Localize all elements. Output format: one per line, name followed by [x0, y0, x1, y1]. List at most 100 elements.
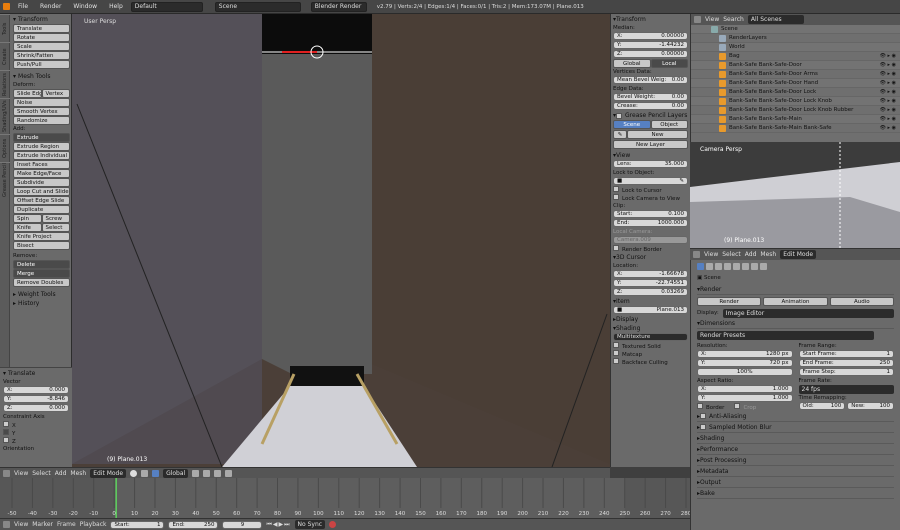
bisect-button[interactable]: Bisect — [13, 241, 70, 250]
props-section-header[interactable]: ▸ Bake — [697, 488, 894, 499]
pivot-icon[interactable] — [141, 469, 149, 477]
history-header[interactable]: ▸ History — [13, 299, 70, 308]
noise-button[interactable]: Noise — [13, 98, 70, 107]
backface-culling[interactable]: Backface Culling — [613, 358, 688, 366]
props-section-header[interactable]: ▸ Anti-Aliasing — [697, 411, 894, 422]
props-section-header[interactable]: ▸ Post Processing — [697, 455, 894, 466]
cursor-y-field[interactable]: Y: -22.74551 — [613, 279, 688, 287]
local-button[interactable]: Local — [650, 59, 688, 68]
push-pull-button[interactable]: Push/Pull — [13, 60, 70, 69]
scale-button[interactable]: Scale — [13, 42, 70, 51]
transform-panel-header[interactable]: ▾ Transform — [13, 15, 70, 24]
res-percentage-field[interactable]: 100% — [697, 368, 793, 376]
blender-logo-icon[interactable] — [3, 3, 10, 10]
lock-object-field[interactable]: ■ ✎ — [613, 177, 688, 185]
tab-shading-uvs[interactable]: Shading/UVs — [0, 98, 10, 134]
visibility-icon[interactable]: 👁 ▸ ◉ — [880, 53, 896, 59]
outliner-item[interactable]: Bank-Safe Bank-Safe-Door 👁 ▸ ◉ — [691, 61, 900, 70]
render-tab-icon[interactable] — [697, 262, 704, 270]
outliner-menu-view[interactable]: View — [705, 16, 719, 23]
constraint-x[interactable]: X — [3, 421, 69, 429]
vp-menu-select[interactable]: Select — [32, 470, 51, 477]
object-tab-icon[interactable] — [733, 262, 740, 270]
lock-cursor[interactable]: Lock to Cursor — [613, 186, 688, 194]
visibility-icon[interactable]: 👁 ▸ ◉ — [880, 89, 896, 95]
tl-menu-playback[interactable]: Playback — [80, 521, 107, 528]
visibility-icon[interactable]: 👁 ▸ ◉ — [880, 62, 896, 68]
delete-dropdown[interactable]: Delete — [13, 260, 70, 269]
tab-grease-pencil[interactable]: Grease Pencil — [0, 162, 10, 198]
loop-cut-button[interactable]: Loop Cut and Slide — [13, 187, 70, 196]
start-frame-field[interactable]: Start: 1 — [110, 520, 165, 529]
editor-type-icon[interactable] — [693, 251, 700, 258]
slide-edge-button[interactable]: Slide Edge — [13, 89, 42, 98]
n-transform-header[interactable]: ▾ Transform — [613, 15, 688, 24]
view-header[interactable]: ▾ View — [613, 151, 688, 160]
asp-y-field[interactable]: Y: 1.000 — [697, 394, 793, 402]
randomize-button[interactable]: Randomize — [13, 116, 70, 125]
face-select-icon[interactable] — [214, 469, 222, 477]
cursor-x-field[interactable]: X: -1.66678 — [613, 270, 688, 278]
gp-new-button[interactable]: New — [627, 130, 688, 139]
visibility-icon[interactable]: 👁 ▸ ◉ — [880, 107, 896, 113]
grease-pencil-header[interactable]: ▾ Grease Pencil Layers — [613, 111, 688, 120]
constraint-y[interactable]: Y — [3, 429, 69, 437]
mean-bevel-field[interactable]: Mean Bevel Weig: 0.00 — [613, 76, 688, 84]
camera-viewport[interactable]: Camera Persp (9) Plane.013 — [690, 142, 900, 248]
subdivide-button[interactable]: Subdivide — [13, 178, 70, 187]
audio-button[interactable]: Audio — [829, 297, 894, 306]
clock-icon[interactable] — [3, 521, 10, 528]
vp-menu-mesh[interactable]: Mesh — [70, 470, 86, 477]
render-border[interactable]: Render Border — [613, 245, 688, 253]
tl-menu-frame[interactable]: Frame — [57, 521, 76, 528]
shading-sphere-icon[interactable] — [130, 469, 138, 477]
global-button[interactable]: Global — [613, 59, 651, 68]
outliner-item[interactable]: Scene — [691, 25, 900, 34]
menu-render[interactable]: Render — [36, 3, 65, 10]
outliner-item[interactable]: RenderLayers — [691, 34, 900, 43]
translate-button[interactable]: Translate — [13, 24, 70, 33]
animation-button[interactable]: Animation — [763, 297, 828, 306]
vector-y-field[interactable]: Y: -8.846 — [3, 395, 69, 403]
bevel-weight-field[interactable]: Bevel Weight: 0.00 — [613, 93, 688, 101]
knife-button[interactable]: Knife — [13, 223, 42, 232]
visibility-icon[interactable]: 👁 ▸ ◉ — [880, 80, 896, 86]
border-checkbox[interactable]: Border — [697, 403, 724, 411]
item-header[interactable]: ▾ Item — [613, 297, 688, 306]
shading-header[interactable]: ▾ Shading — [613, 324, 688, 333]
remove-doubles-button[interactable]: Remove Doubles — [13, 278, 70, 287]
current-frame-field[interactable]: 9 — [222, 520, 263, 529]
asp-x-field[interactable]: X: 1.000 — [697, 385, 793, 393]
layers-tab-icon[interactable] — [706, 262, 713, 270]
world-tab-icon[interactable] — [724, 262, 731, 270]
visibility-icon[interactable]: 👁 ▸ ◉ — [880, 71, 896, 77]
tl-menu-marker[interactable]: Marker — [32, 521, 53, 528]
vector-x-field[interactable]: X: 0.000 — [3, 386, 69, 394]
clip-start-field[interactable]: Start: 0.100 — [613, 210, 688, 218]
cam-mode-dropdown[interactable]: Edit Mode — [780, 250, 817, 259]
tl-menu-view[interactable]: View — [14, 521, 28, 528]
res-x-field[interactable]: X: 1280 px — [697, 350, 793, 358]
playback-controls-icon[interactable]: ⏮◀▶⏭ — [266, 521, 290, 529]
vector-z-field[interactable]: Z: 0.000 — [3, 404, 69, 412]
constraint-z[interactable]: Z — [3, 437, 69, 445]
menu-help[interactable]: Help — [105, 3, 127, 10]
outliner-item[interactable]: Bank-Safe Bank-Safe-Main 👁 ▸ ◉ — [691, 115, 900, 124]
outliner-scope-dropdown[interactable]: All Scenes — [747, 15, 804, 24]
pencil-icon[interactable]: ✎ — [613, 130, 627, 139]
sync-dropdown[interactable]: No Sync — [294, 520, 326, 529]
orientation-dropdown[interactable]: Global — [163, 468, 189, 478]
checkbox-icon[interactable] — [700, 413, 707, 419]
outliner-item[interactable]: Bank-Safe Bank-Safe-Door Lock 👁 ▸ ◉ — [691, 88, 900, 97]
operator-header[interactable]: ▾ Translate — [3, 369, 69, 378]
outliner-item[interactable]: Bank-Safe Bank-Safe-Door Lock Knob Rubbe… — [691, 106, 900, 115]
outliner-item[interactable]: Bank-Safe Bank-Safe-Door Arms 👁 ▸ ◉ — [691, 70, 900, 79]
visibility-icon[interactable]: 👁 ▸ ◉ — [880, 116, 896, 122]
vp-menu-add[interactable]: Add — [55, 470, 67, 477]
timeline[interactable]: -50 -40 -30 -20 -10 0 10 20 30 40 50 60 70 80 90 100 110… — [0, 478, 692, 518]
make-edge-face-button[interactable]: Make Edge/Face — [13, 169, 70, 178]
shrink-fatten-button[interactable]: Shrink/Fatten — [13, 51, 70, 60]
manipulator-icon[interactable] — [152, 469, 160, 477]
cursor-z-field[interactable]: Z: 0.03269 — [613, 288, 688, 296]
props-section-header[interactable]: ▸ Output — [697, 477, 894, 488]
